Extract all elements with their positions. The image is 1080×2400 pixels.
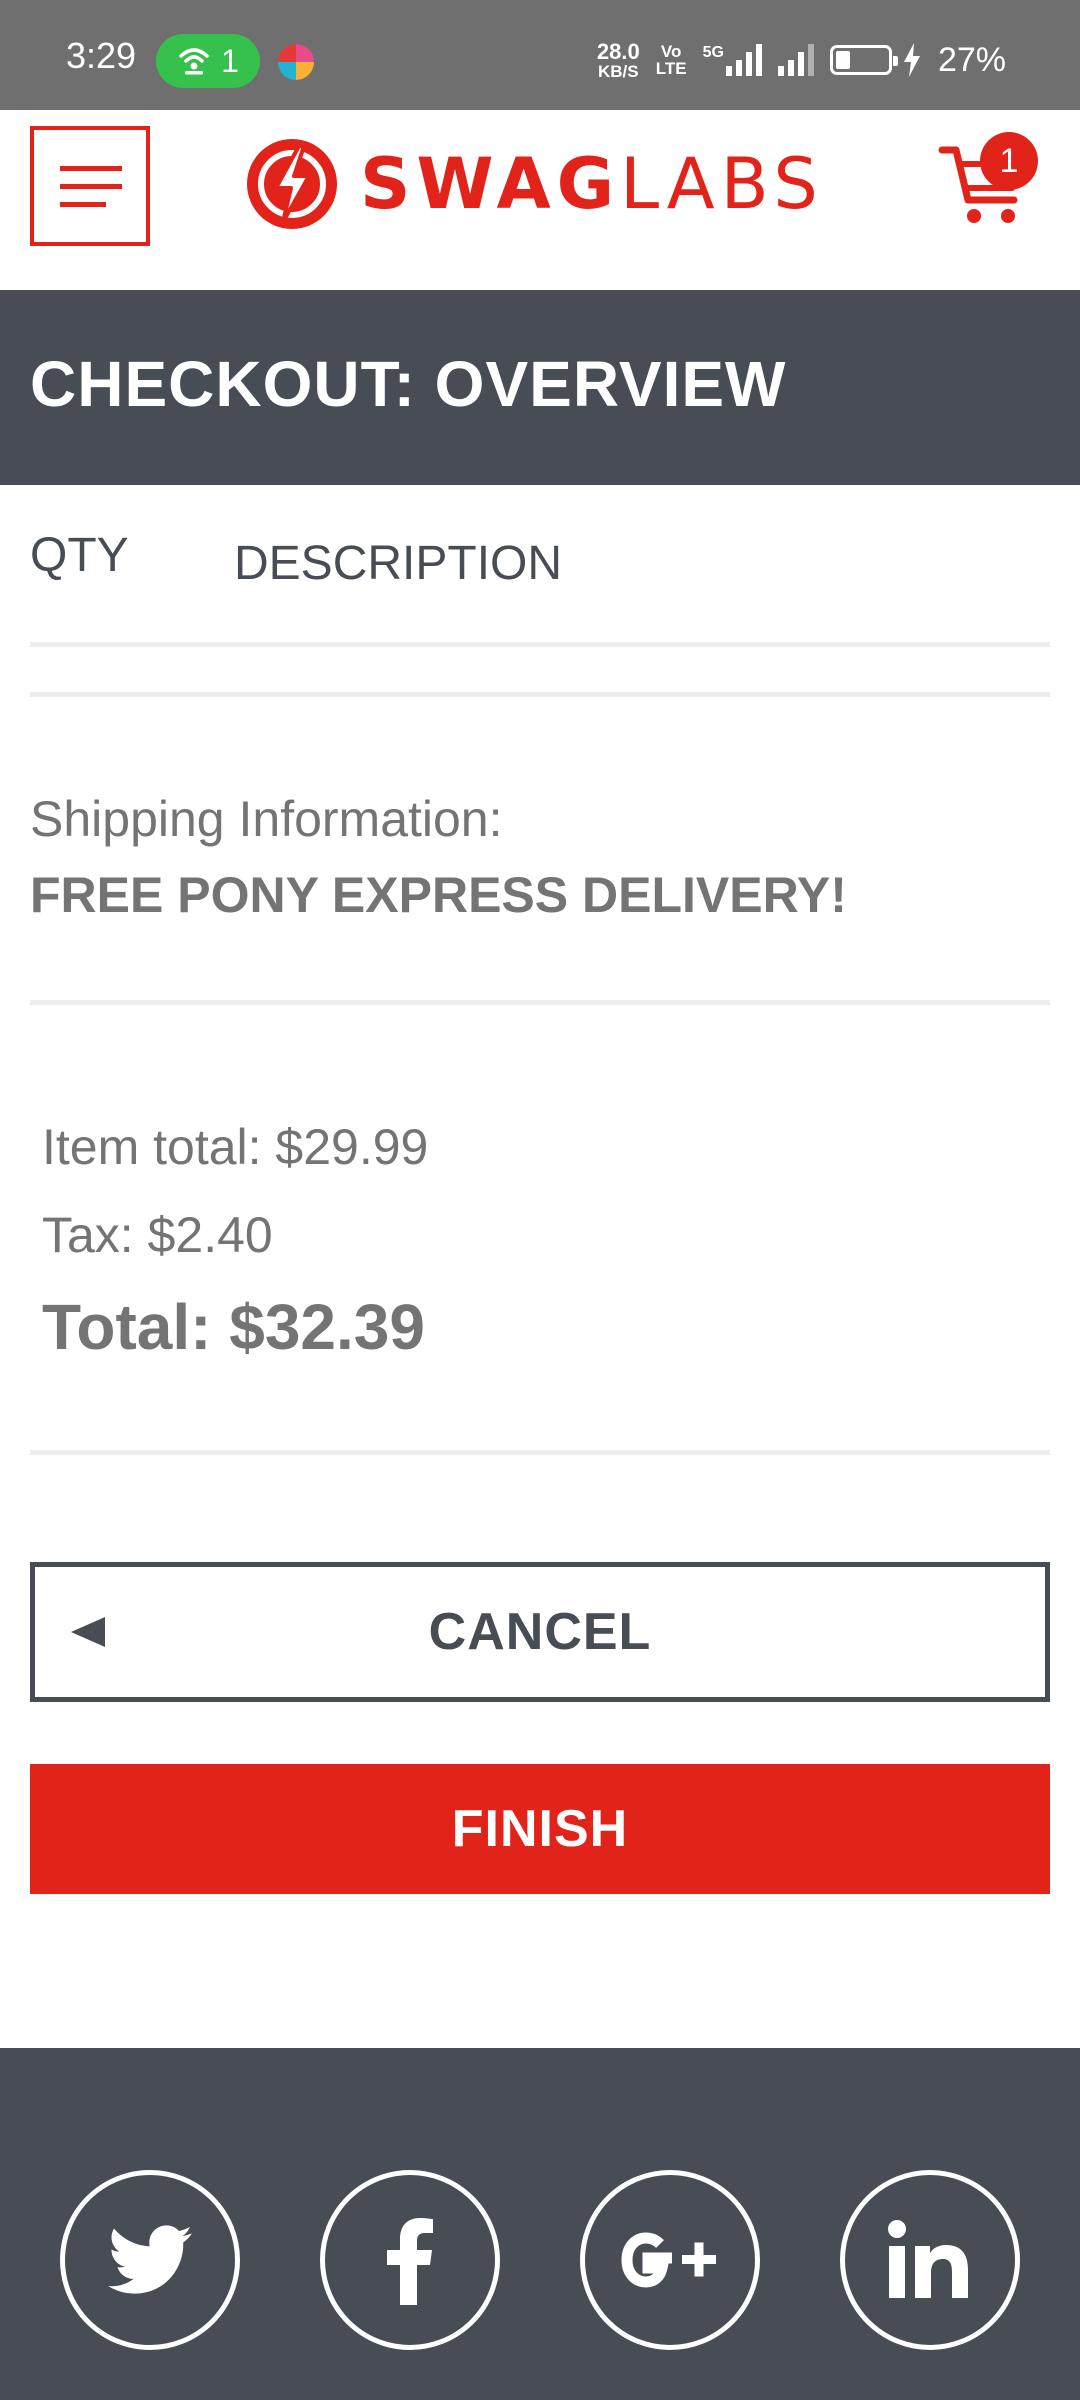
item-total: Item total: $29.99 bbox=[42, 1119, 429, 1175]
divider bbox=[30, 1450, 1050, 1455]
status-bar: 3:29 1 28.0 KB/S Vo LTE 5G 27% bbox=[0, 0, 1080, 110]
page-title-bar: CHECKOUT: OVERVIEW bbox=[0, 290, 1080, 485]
cancel-button-label: CANCEL bbox=[428, 1603, 652, 1661]
volte-indicator: Vo LTE bbox=[656, 43, 687, 77]
back-arrow-icon bbox=[71, 1617, 105, 1647]
cart-button[interactable]: 1 bbox=[938, 132, 1038, 232]
order-total: Total: $32.39 bbox=[42, 1291, 425, 1363]
volte-top: Vo bbox=[660, 42, 682, 61]
lightning-logo-icon bbox=[247, 139, 337, 229]
menu-button[interactable] bbox=[30, 126, 150, 246]
twitter-button[interactable] bbox=[60, 2170, 240, 2350]
signal-icon-secondary bbox=[777, 44, 814, 76]
facebook-button[interactable] bbox=[320, 2170, 500, 2350]
network-type: 5G bbox=[702, 44, 724, 61]
cancel-button[interactable]: CANCEL bbox=[30, 1562, 1050, 1702]
page-title: CHECKOUT: OVERVIEW bbox=[30, 348, 787, 420]
net-speed-unit: KB/S bbox=[598, 61, 639, 81]
divider bbox=[30, 1000, 1050, 1005]
status-indicators: 28.0 KB/S Vo LTE 5G 27% bbox=[597, 30, 1006, 90]
hotspot-count: 1 bbox=[221, 42, 239, 79]
battery-percent: 27% bbox=[937, 40, 1006, 79]
footer bbox=[0, 2048, 1080, 2400]
app-header: SWAGLABS 1 bbox=[0, 110, 1080, 290]
logo-text: SWAGLABS bbox=[360, 149, 824, 219]
volte-bottom: LTE bbox=[655, 59, 687, 78]
google-plus-button[interactable] bbox=[580, 2170, 760, 2350]
browser-app-icon bbox=[278, 44, 314, 80]
signal-icon bbox=[725, 44, 762, 76]
charging-icon bbox=[903, 43, 920, 77]
hotspot-indicator: 1 bbox=[156, 34, 260, 88]
finish-button[interactable]: FINISH bbox=[30, 1764, 1050, 1894]
tax-amount: Tax: $2.40 bbox=[42, 1207, 273, 1263]
swag-labs-logo: SWAGLABS bbox=[246, 138, 824, 230]
status-time: 3:29 bbox=[66, 35, 137, 76]
logo-text-bold: SWAG bbox=[360, 143, 621, 225]
twitter-icon bbox=[108, 2225, 192, 2294]
linkedin-button[interactable] bbox=[840, 2170, 1020, 2350]
battery-icon bbox=[829, 45, 898, 75]
finish-button-label: FINISH bbox=[451, 1800, 629, 1858]
qty-column-header: QTY bbox=[30, 529, 129, 582]
description-column-header: DESCRIPTION bbox=[234, 537, 563, 590]
net-speed-value: 28.0 bbox=[596, 38, 640, 64]
hamburger-icon bbox=[60, 166, 122, 207]
divider bbox=[30, 642, 1050, 647]
net-speed: 28.0 KB/S bbox=[596, 38, 640, 81]
shipping-info-label: Shipping Information: bbox=[30, 791, 503, 847]
linkedin-icon bbox=[888, 2220, 968, 2298]
divider bbox=[30, 692, 1050, 697]
battery-fill bbox=[835, 51, 850, 69]
cart-badge: 1 bbox=[980, 132, 1038, 190]
signal-5g: 5G bbox=[703, 44, 762, 76]
logo-text-light: LABS bbox=[620, 143, 824, 225]
facebook-icon bbox=[387, 2218, 433, 2305]
google-plus-icon bbox=[621, 2232, 716, 2288]
shipping-info-value: FREE PONY EXPRESS DELIVERY! bbox=[30, 867, 847, 923]
hotspot-icon bbox=[179, 48, 209, 75]
